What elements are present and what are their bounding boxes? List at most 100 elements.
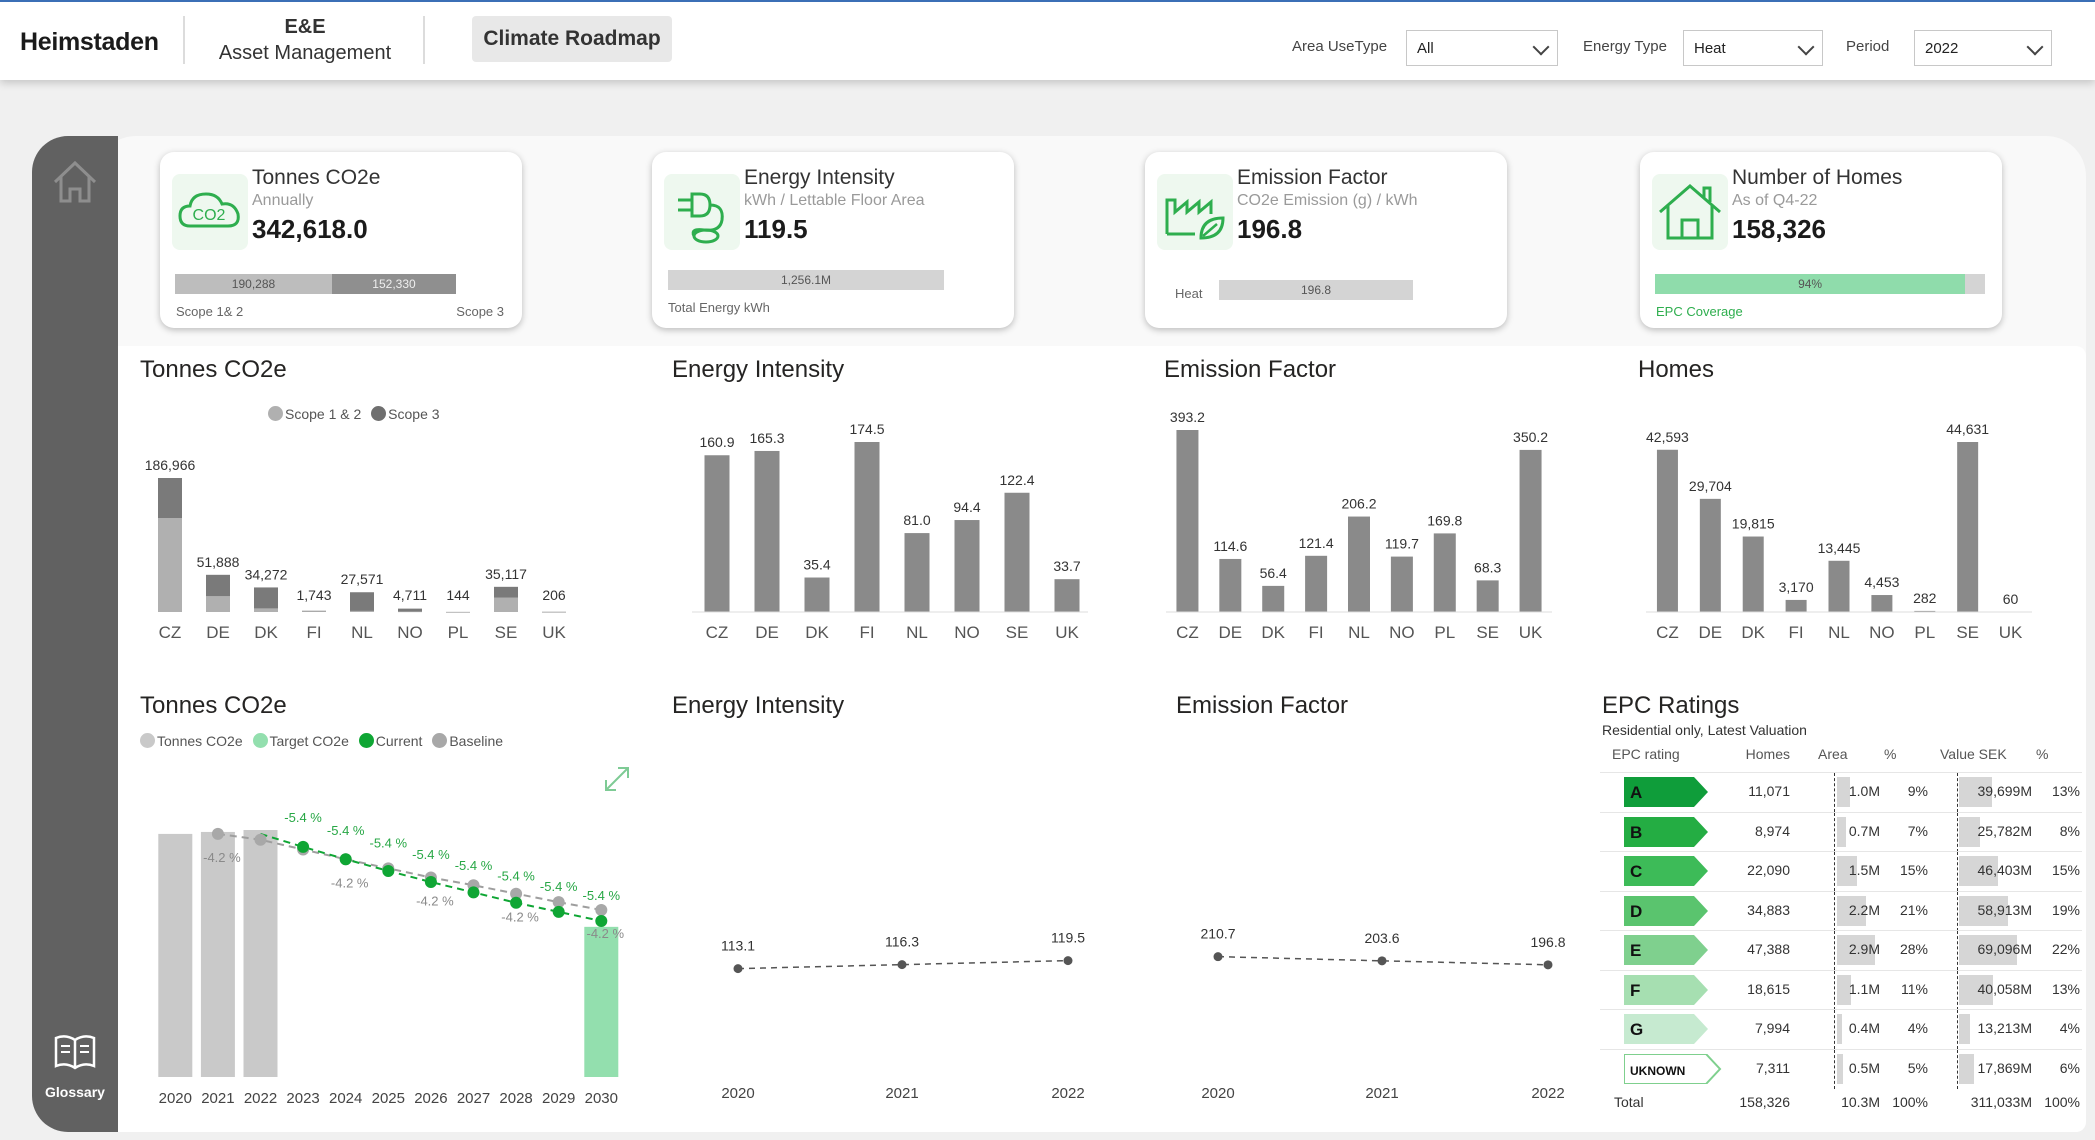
epc-rating-tag: F bbox=[1624, 974, 1708, 1005]
kpi-title: Number of Homes bbox=[1732, 166, 1903, 189]
table-row[interactable]: E 47,388 2.9M 28% 69,096M 22% bbox=[1600, 930, 2082, 970]
table-row[interactable]: C 22,090 1.5M 15% 46,403M 15% bbox=[1600, 851, 2082, 891]
trend-point bbox=[1543, 960, 1553, 970]
bar-scope12 bbox=[206, 596, 230, 612]
legend-label: Scope 3 bbox=[388, 406, 440, 422]
tick-label: NO bbox=[1389, 623, 1415, 642]
tick-label: DE bbox=[1699, 623, 1723, 642]
legend-co2-roadmap: Tonnes CO2e Target CO2e Current Baseline bbox=[140, 733, 509, 749]
current-point bbox=[510, 896, 523, 909]
kpi-card-homes: Number of Homes As of Q4-22 158,326 94% … bbox=[1640, 152, 2002, 328]
chart-title-emission-trend: Emission Factor bbox=[1176, 692, 1349, 719]
kpi-foot-right: Scope 3 bbox=[456, 304, 504, 319]
divider bbox=[1957, 970, 1958, 1010]
value-pct-cell: 4% bbox=[2059, 1020, 2080, 1036]
data-label: 44,631 bbox=[1946, 421, 1989, 437]
tick-label: FI bbox=[859, 623, 874, 642]
chart-energy-trend: 113.1 2020 116.3 2021 119.5 2022 bbox=[721, 930, 1085, 1102]
homes-cell: 34,883 bbox=[1747, 901, 1790, 918]
data-label: 51,888 bbox=[197, 554, 240, 570]
tick-label: 2029 bbox=[542, 1090, 575, 1107]
area-cell: 1.5M bbox=[1848, 862, 1880, 878]
trend-point bbox=[1213, 952, 1223, 962]
sidebar: Glossary bbox=[32, 136, 118, 1132]
area-cell: 1.1M bbox=[1848, 980, 1880, 997]
bar bbox=[1828, 560, 1850, 612]
period-dropdown[interactable]: 2022 bbox=[1914, 30, 2052, 66]
bar bbox=[1785, 599, 1807, 612]
table-row[interactable]: F 18,615 1.1M 11% 40,058M 13% bbox=[1600, 969, 2082, 1010]
kpi-bar-label: Heat bbox=[1175, 286, 1203, 301]
bar-scope3 bbox=[302, 610, 326, 612]
book-icon[interactable] bbox=[52, 1032, 98, 1072]
value-pct-cell: 15% bbox=[2051, 862, 2080, 878]
baseline-point bbox=[595, 903, 608, 916]
divider bbox=[1957, 1049, 1958, 1089]
data-label: 114.6 bbox=[1213, 538, 1247, 554]
section-title[interactable]: E&E Asset Management bbox=[205, 14, 405, 66]
tick-label: DK bbox=[805, 623, 829, 642]
kpi-card-co2: CO2 Tonnes CO2e Annually 342,618.0 190,2… bbox=[160, 152, 522, 328]
chevron-down-icon bbox=[2026, 38, 2044, 56]
total-area: 10.3M bbox=[1841, 1094, 1880, 1110]
chart-emission-by-country: 393.2 CZ 114.6 DE 56.4 DK 121.4 FI 206.2 NL 119.7 N… bbox=[1166, 409, 1552, 642]
tick-label: DK bbox=[1741, 623, 1765, 642]
bar bbox=[904, 533, 930, 612]
epc-subtitle: Residential only, Latest Valuation bbox=[1602, 722, 1807, 738]
home-icon[interactable] bbox=[50, 158, 100, 206]
value-pct-cell: 8% bbox=[2059, 822, 2080, 839]
column-header: % bbox=[2036, 746, 2049, 762]
total-energy-bar: 1,256.1M bbox=[668, 270, 944, 290]
glossary-label[interactable]: Glossary bbox=[32, 1084, 118, 1100]
factory-icon bbox=[1157, 174, 1233, 250]
bar bbox=[1305, 555, 1328, 612]
bar-scope12 bbox=[350, 610, 374, 612]
table-row[interactable]: UKNOWN 7,311 0.5M 5% 17,869M 6% bbox=[1600, 1048, 2082, 1089]
epc-rating-tag: UKNOWN bbox=[1624, 1053, 1722, 1084]
data-label: 35.4 bbox=[803, 557, 830, 573]
bar bbox=[1656, 449, 1678, 612]
area-cell: 2.9M bbox=[1848, 941, 1880, 957]
total-label: Total bbox=[1614, 1094, 1644, 1110]
tick-label: DE bbox=[206, 623, 230, 642]
homes-cell: 7,994 bbox=[1754, 1020, 1790, 1036]
tab-climate-roadmap[interactable]: Climate Roadmap bbox=[472, 16, 672, 62]
data-label: 3,170 bbox=[1779, 579, 1814, 595]
target-change-label: -5.4 % bbox=[327, 823, 365, 838]
chevron-down-icon bbox=[1797, 38, 1815, 56]
area-usetype-dropdown[interactable]: All bbox=[1406, 30, 1558, 66]
table-row[interactable]: G 7,994 0.4M 4% 13,213M 4% bbox=[1600, 1009, 2082, 1049]
energy-type-dropdown[interactable]: Heat bbox=[1683, 30, 1823, 66]
table-row[interactable]: A 11,071 1.0M 9% 39,699M 13% bbox=[1600, 772, 2082, 812]
table-row[interactable]: B 8,974 0.7M 7% 25,782M 8% bbox=[1600, 811, 2082, 852]
epc-rating-label: F bbox=[1630, 981, 1640, 1000]
area-pct-cell: 15% bbox=[1899, 862, 1928, 878]
epc-rating-tag: D bbox=[1624, 895, 1708, 926]
section-title-line1: E&E bbox=[284, 16, 326, 38]
top-bar: Heimstaden E&E Asset Management Climate … bbox=[0, 0, 2095, 80]
data-label: 33.7 bbox=[1053, 558, 1080, 574]
epc-rating-tag: B bbox=[1624, 816, 1708, 847]
total-value: 311,033M bbox=[1970, 1094, 2032, 1110]
bar bbox=[1390, 556, 1413, 612]
tick-label: DK bbox=[1261, 623, 1285, 642]
epc-coverage-track: 94% bbox=[1655, 274, 1985, 294]
kpi-foot: EPC Coverage bbox=[1656, 304, 1743, 319]
data-label: 1,743 bbox=[296, 587, 331, 603]
data-label: 113.1 bbox=[721, 938, 755, 954]
tick-label: 2022 bbox=[244, 1090, 277, 1107]
tick-label: PL bbox=[1434, 623, 1455, 642]
baseline-change-label: -4.2 % bbox=[501, 910, 539, 925]
area-cell: 0.4M bbox=[1848, 1020, 1880, 1036]
bar-scope12 bbox=[254, 608, 278, 612]
bar bbox=[1004, 492, 1030, 612]
data-label: 27,571 bbox=[341, 571, 384, 587]
bar-scope12 bbox=[302, 611, 326, 612]
bar-scope3 bbox=[398, 608, 422, 612]
tick-label: 2022 bbox=[1531, 1085, 1564, 1102]
table-row[interactable]: D 34,883 2.2M 21% 58,913M 19% bbox=[1600, 890, 2082, 931]
data-label: 144 bbox=[446, 587, 470, 603]
value-cell: 46,403M bbox=[1977, 862, 2032, 878]
data-label: 94.4 bbox=[953, 499, 980, 515]
bar bbox=[704, 455, 730, 612]
